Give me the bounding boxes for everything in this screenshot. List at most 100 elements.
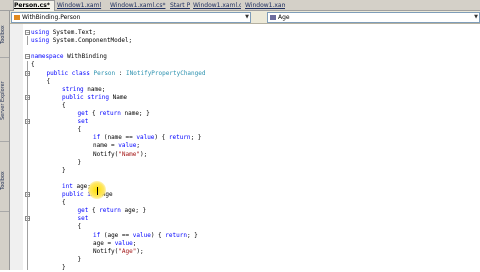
code-line[interactable]: if (name == value) { return; }: [93, 134, 201, 142]
code-token: get: [77, 207, 92, 215]
code-line[interactable]: get { return age; }: [78, 207, 147, 215]
code-line[interactable]: set: [78, 118, 89, 126]
code-line[interactable]: {: [47, 78, 51, 86]
code-token: Name: [112, 93, 128, 101]
code-line[interactable]: Notify("Age");: [93, 248, 144, 256]
code-token: :: [115, 69, 127, 77]
code-token: {: [77, 223, 82, 231]
code-token: ; }: [186, 231, 198, 239]
code-line[interactable]: }: [78, 256, 82, 264]
code-token: {: [62, 199, 66, 207]
code-line[interactable]: Notify("Name");: [93, 151, 147, 159]
code-line[interactable]: namespace WithBinding: [31, 53, 107, 61]
code-token: if: [93, 231, 104, 239]
code-line[interactable]: set: [78, 215, 89, 223]
code-line[interactable]: age = value;: [93, 240, 136, 248]
code-token: System.ComponentModel;: [52, 37, 133, 45]
code-line[interactable]: {: [62, 102, 66, 110]
class-icon: [14, 15, 20, 20]
code-line[interactable]: {: [31, 61, 35, 69]
code-token: Person: [93, 69, 116, 77]
document-tab[interactable]: Window1.xaml.cs: [193, 1, 241, 10]
code-token: age =: [93, 239, 115, 247]
code-token: using: [31, 29, 53, 36]
code-token: using: [31, 37, 53, 45]
code-token: (name ==: [103, 134, 137, 142]
side-tool-tab[interactable]: Server Explorer: [0, 61, 9, 142]
code-line[interactable]: public class Person : INotifyPropertyCha…: [47, 70, 206, 78]
chevron-down-icon: ▼: [474, 14, 478, 20]
code-token: class: [71, 69, 94, 77]
member-dropdown-value: Age: [278, 14, 290, 21]
document-tab[interactable]: Person.cs*: [13, 0, 55, 11]
side-tool-tab[interactable]: Toolbox: [0, 13, 9, 58]
code-token: Notify(: [93, 247, 119, 255]
code-token: age; }: [124, 207, 147, 215]
code-token: return: [99, 110, 125, 117]
code-token: {: [31, 61, 35, 69]
outline-guide-line: [27, 125, 28, 165]
code-token: {: [62, 101, 66, 109]
code-token: }: [77, 158, 82, 166]
code-token: "Age": [118, 247, 137, 255]
code-token: ;: [132, 239, 137, 247]
code-token: ; }: [190, 134, 202, 142]
code-token: );: [139, 150, 148, 158]
change-tracking-bar: [23, 24, 26, 270]
code-token: value: [118, 142, 137, 150]
document-tab[interactable]: Window1.xaml: [245, 1, 285, 10]
code-token: {: [77, 126, 82, 134]
document-tab[interactable]: Start Page: [170, 1, 190, 10]
code-token: {: [46, 77, 51, 85]
code-token: public: [46, 69, 72, 77]
code-line[interactable]: }: [78, 159, 82, 167]
code-line[interactable]: {: [78, 126, 82, 134]
tool-window-sidebar: Toolbox Server Explorer Toolbox: [0, 11, 10, 270]
code-line[interactable]: if (age == value) { return; }: [93, 232, 198, 240]
code-token: );: [136, 247, 144, 255]
code-line[interactable]: {: [78, 223, 82, 231]
code-token: public: [62, 93, 88, 101]
code-token: "Name": [118, 150, 140, 158]
code-token: WithBinding: [67, 53, 107, 61]
code-line[interactable]: get { return name; }: [78, 110, 150, 118]
code-token: get: [77, 110, 92, 117]
code-line[interactable]: string name;: [62, 86, 105, 94]
code-token: string: [62, 85, 88, 93]
property-icon: [270, 15, 276, 20]
collapse-icon[interactable]: −: [25, 30, 30, 36]
code-line[interactable]: using System.Text;: [31, 29, 96, 37]
code-line[interactable]: }: [62, 167, 66, 175]
code-token: return: [99, 207, 125, 215]
code-line[interactable]: {: [62, 199, 66, 207]
code-token: value: [136, 134, 155, 142]
collapse-icon[interactable]: −: [25, 54, 30, 60]
document-tab[interactable]: Window1.xaml: [57, 1, 105, 10]
text-caret: [97, 187, 98, 195]
document-tab-strip: Person.cs* Window1.xaml Window1.xaml.cs* St…: [0, 0, 480, 11]
code-token: set: [77, 215, 89, 223]
member-dropdown[interactable]: Age ▼: [267, 12, 480, 23]
code-line[interactable]: public string Name: [62, 94, 127, 102]
code-token: Notify(: [93, 150, 119, 158]
code-token: if: [93, 134, 104, 142]
code-token: value: [114, 239, 133, 247]
code-token: name; }: [124, 110, 150, 117]
code-token: string: [87, 93, 113, 101]
code-line[interactable]: int age;: [62, 183, 91, 191]
document-tab[interactable]: Window1.xaml.cs*: [110, 1, 166, 10]
code-token: INotifyPropertyChanged: [126, 69, 206, 77]
code-token: return: [165, 231, 187, 239]
code-token: ) {: [154, 134, 169, 142]
code-line[interactable]: }: [62, 264, 66, 272]
code-token: ) {: [150, 231, 166, 239]
side-tool-tab[interactable]: Toolbox: [0, 151, 9, 212]
code-token: return: [168, 134, 191, 142]
code-line[interactable]: using System.ComponentModel;: [31, 37, 132, 45]
class-dropdown[interactable]: WithBinding.Person ▼: [11, 12, 251, 23]
outline-guide-line: [27, 36, 28, 45]
code-token: }: [62, 166, 66, 174]
class-dropdown-value: WithBinding.Person: [22, 14, 81, 21]
code-token: ;: [136, 142, 140, 150]
code-line[interactable]: name = value;: [93, 142, 140, 150]
